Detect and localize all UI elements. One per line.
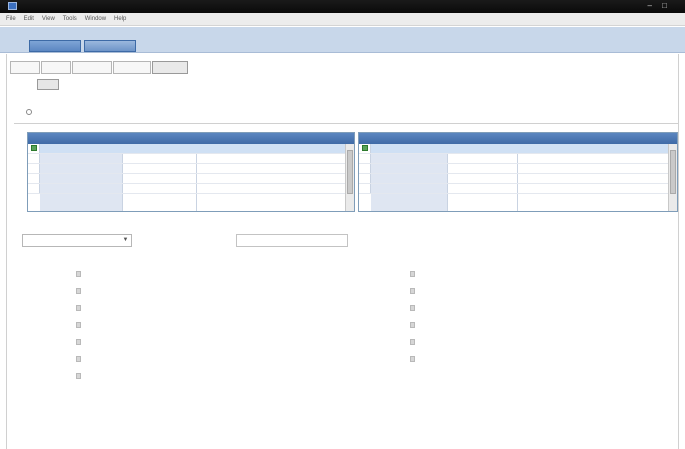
subtab-4[interactable] [113,61,151,74]
item-icon [76,305,81,311]
left-grid-header [28,133,354,144]
checkmark-icon [31,145,37,151]
result-item[interactable] [410,270,418,280]
row-selector[interactable] [28,144,40,153]
item-icon [76,339,81,345]
menu-item-help[interactable]: Help [114,13,126,26]
menu-item-view[interactable]: View [42,13,55,26]
item-icon [410,339,415,345]
row-selector[interactable] [28,164,40,173]
scope-dropdown[interactable]: ▼ [22,234,132,247]
table-row[interactable] [28,144,345,154]
window-titlebar[interactable]: ‒ □ [0,0,685,13]
row-selector[interactable] [28,174,40,183]
window-title [22,2,82,10]
scrollbar-thumb[interactable] [670,150,676,194]
table-row[interactable] [359,164,668,174]
filter-button[interactable] [37,79,59,90]
row-selector[interactable] [359,164,371,173]
table-row[interactable] [359,144,668,154]
result-item[interactable] [76,321,84,331]
result-item[interactable] [76,304,84,314]
row-selector[interactable] [28,184,40,193]
menu-item-file[interactable]: File [6,13,16,26]
search-input[interactable] [236,234,348,247]
item-icon [410,356,415,362]
menu-item-window[interactable]: Window [85,13,106,26]
subtab-5[interactable] [152,61,188,74]
item-icon [76,322,81,328]
table-row[interactable] [359,184,668,194]
chevron-down-icon[interactable]: ▼ [121,236,130,245]
result-item[interactable] [410,304,418,314]
table-row[interactable] [359,154,668,164]
menu-item-edit[interactable]: Edit [24,13,34,26]
item-icon [76,288,81,294]
result-item[interactable] [76,338,84,348]
window-controls[interactable]: ‒ □ [647,1,671,10]
menubar: File Edit View Tools Window Help [0,13,685,26]
item-icon [76,356,81,362]
checkmark-icon [362,145,368,151]
result-item[interactable] [76,355,84,365]
subtab-3[interactable] [72,61,112,74]
table-row[interactable] [28,164,345,174]
table-row[interactable] [28,174,345,184]
row-selector[interactable] [359,154,371,163]
document-tab-strip [0,27,685,53]
document-tab-2[interactable] [84,40,136,52]
right-grid-scrollbar[interactable] [668,144,677,211]
item-icon [76,373,81,379]
item-icon [76,271,81,277]
content-left-border [6,54,7,449]
left-grid [27,132,355,212]
item-icon [410,322,415,328]
table-row[interactable] [28,184,345,194]
table-row[interactable] [359,174,668,184]
row-selector[interactable] [359,184,371,193]
result-item[interactable] [76,287,84,297]
app-icon [8,2,17,10]
subtab-2[interactable] [41,61,71,74]
left-grid-scrollbar[interactable] [345,144,354,211]
content-right-border [678,54,679,449]
table-row[interactable] [28,154,345,164]
row-selector[interactable] [28,154,40,163]
result-item[interactable] [76,372,84,382]
menu-item-tools[interactable]: Tools [63,13,77,26]
row-selector[interactable] [359,144,371,153]
item-icon [410,271,415,277]
search-bar: ▼ [22,234,672,248]
document-tab-1[interactable] [29,40,81,52]
scrollbar-thumb[interactable] [347,150,353,194]
result-item[interactable] [76,270,84,280]
result-item[interactable] [410,321,418,331]
right-grid [358,132,678,212]
right-grid-header [359,133,677,144]
separator [14,123,678,124]
result-item[interactable] [410,338,418,348]
item-icon [410,305,415,311]
option-radio[interactable] [26,109,32,115]
result-item[interactable] [410,287,418,297]
row-selector[interactable] [359,174,371,183]
item-icon [410,288,415,294]
result-item[interactable] [410,355,418,365]
subtab-1[interactable] [10,61,40,74]
